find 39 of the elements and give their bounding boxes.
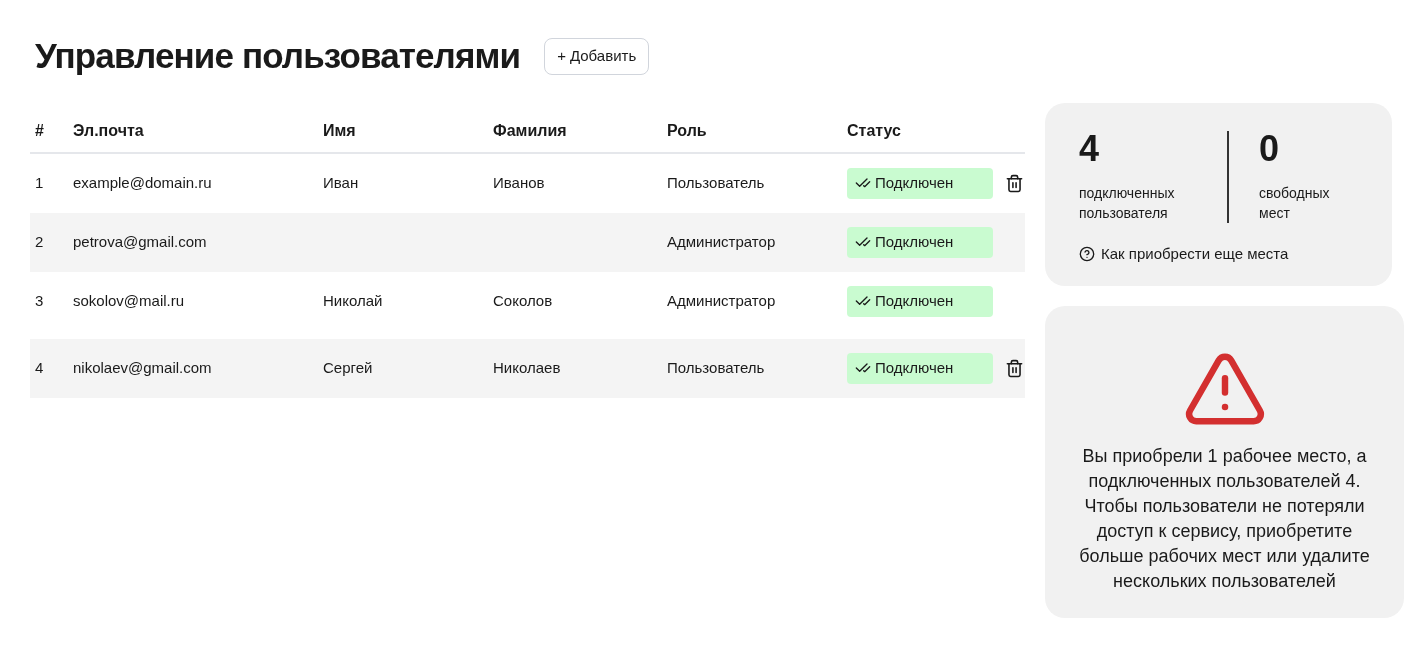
page-title: Управление пользователями [35, 35, 521, 77]
table-cell: Сергей [323, 358, 373, 376]
table-cell: Иванов [493, 173, 545, 191]
table-cell: Администратор [667, 291, 776, 309]
warning-message: Вы приобрели 1 рабочее место, а подключенных пользователей 4. Чтобы пользователи не потеряли доступ к сервису, приобретите больше рабочих мест или удалите нескольких пользователей [1078, 444, 1371, 593]
table-cell: sokolov@mail.ru [73, 291, 185, 309]
trash-icon[interactable] [1005, 173, 1024, 193]
table-cell: Иван [323, 173, 359, 191]
table-cell: 3 [35, 291, 44, 309]
table-cell: Администратор [667, 232, 776, 250]
table-cell: petrova@gmail.com [73, 232, 207, 250]
stat-value: 0 [1259, 131, 1281, 167]
table-cell: Пользователь [667, 358, 765, 376]
table-cell: Соколов [493, 291, 553, 309]
table-cell: nikolaev@gmail.com [73, 358, 212, 376]
trash-icon[interactable] [1005, 358, 1024, 378]
stat-label: подключенных пользователя [1079, 184, 1176, 223]
table-cell: Николай [323, 291, 383, 309]
table-cell: example@domain.ru [73, 173, 212, 191]
status-badge: Подключен [847, 226, 993, 258]
status-badge: Подключен [847, 167, 993, 199]
status-badge: Подключен [847, 285, 993, 317]
table-cell: Николаев [493, 358, 561, 376]
table-cell: 1 [35, 173, 44, 191]
help-link[interactable]: Как приобрести еще места [1079, 243, 1358, 266]
table-cell: 4 [35, 358, 44, 376]
column-header: # [35, 122, 44, 139]
stat-label: свободных мест [1259, 184, 1331, 223]
column-header: Фамилия [493, 122, 567, 139]
table-cell: Пользователь [667, 173, 765, 191]
column-header: Имя [323, 122, 356, 139]
column-header: Эл.почта [73, 122, 144, 139]
help-icon [1079, 246, 1095, 263]
stat-value: 4 [1079, 131, 1101, 167]
add-button[interactable]: + Добавить [544, 37, 650, 75]
column-header: Роль [667, 122, 707, 139]
column-header: Статус [847, 122, 901, 139]
status-badge: Подключен [847, 352, 993, 384]
table-cell: 2 [35, 232, 44, 250]
